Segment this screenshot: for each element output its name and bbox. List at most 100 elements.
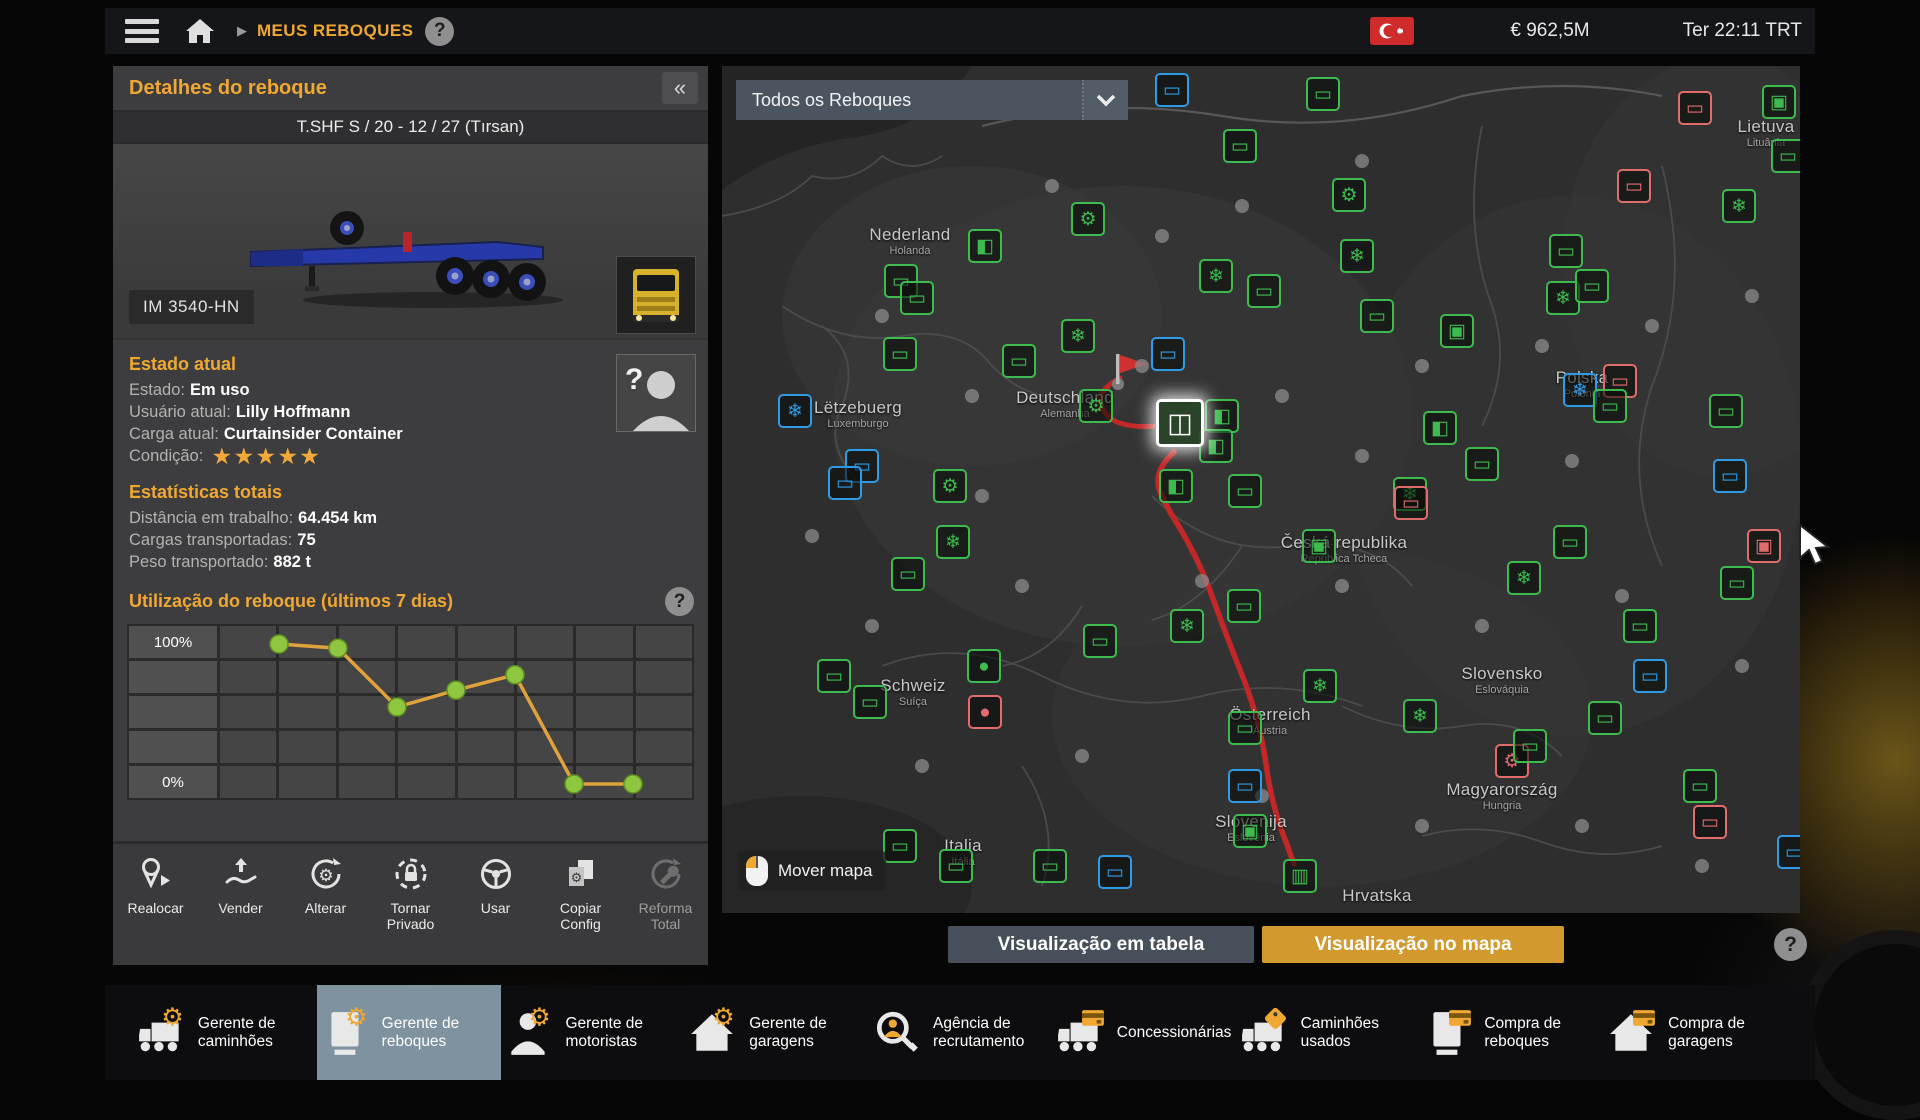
trailer-marker-box[interactable]: ▭ <box>1465 447 1499 481</box>
trailer-marker-img[interactable]: ▣ <box>1233 814 1267 848</box>
trailer-marker-curtain[interactable]: ◧ <box>968 229 1002 263</box>
trailer-marker-curtain[interactable]: ◧ <box>1205 399 1239 433</box>
nav-item-mag[interactable]: Agência de recrutamento <box>868 985 1052 1080</box>
help-icon-bottom[interactable]: ? <box>1774 928 1807 961</box>
home-icon[interactable] <box>185 17 215 45</box>
trailer-marker-drop[interactable]: ● <box>968 695 1002 729</box>
map-view-button[interactable]: Visualização no mapa <box>1262 926 1564 963</box>
trailer-marker-drop[interactable]: ● <box>967 649 1001 683</box>
trailer-marker-box[interactable]: ▭ <box>1155 73 1189 107</box>
help-icon[interactable]: ? <box>425 17 454 46</box>
trailer-filter-dropdown[interactable]: Todos os Reboques <box>736 80 1128 120</box>
trailer-marker-box[interactable]: ▭ <box>1247 274 1281 308</box>
nav-item-trailer-gear[interactable]: ⚙Gerente de reboques <box>317 985 501 1080</box>
trailer-marker-box[interactable]: ▭ <box>817 659 851 693</box>
trailer-marker-snow[interactable]: ❄ <box>1170 609 1204 643</box>
trailer-marker-snow[interactable]: ❄ <box>1722 189 1756 223</box>
trailer-marker-box[interactable]: ▭ <box>828 466 862 500</box>
nav-item-trailer-card[interactable]: Compra de reboques <box>1419 985 1603 1080</box>
trailer-marker-gear[interactable]: ⚙ <box>1071 202 1105 236</box>
nav-item-truck-gear[interactable]: ⚙Gerente de caminhões <box>133 985 317 1080</box>
steer-action-button[interactable]: Usar <box>453 844 538 965</box>
trailer-marker-box[interactable]: ▭ <box>1360 299 1394 333</box>
trailer-marker-box[interactable]: ▭ <box>1709 394 1743 428</box>
nav-item-house-gear[interactable]: ⚙Gerente de garagens <box>684 985 868 1080</box>
trailer-marker-box[interactable]: ▭ <box>891 557 925 591</box>
trailer-marker-box[interactable]: ▭ <box>1083 624 1117 658</box>
table-view-button[interactable]: Visualização em tabela <box>948 926 1254 963</box>
trailer-marker-snow[interactable]: ❄ <box>1199 259 1233 293</box>
driver-portrait[interactable]: ? <box>616 354 696 432</box>
trailer-marker-box[interactable]: ▭ <box>1588 701 1622 735</box>
trailer-marker-box[interactable]: ▭ <box>1228 711 1262 745</box>
trailer-marker-box[interactable]: ▭ <box>1713 459 1747 493</box>
trailer-marker-snow[interactable]: ❄ <box>778 394 812 428</box>
selected-trailer-marker[interactable]: ◫ <box>1156 399 1204 447</box>
sell-action-button[interactable]: Vender <box>198 844 283 965</box>
trailer-marker-snow[interactable]: ❄ <box>1340 239 1374 273</box>
trailer-marker-box[interactable]: ▭ <box>1098 855 1132 889</box>
lock-action-button[interactable]: Tornar Privado <box>368 844 453 965</box>
trailer-marker-box[interactable]: ▭ <box>1306 77 1340 111</box>
trailer-marker-box[interactable]: ▭ <box>1575 269 1609 303</box>
relocate-action-button[interactable]: Realocar <box>113 844 198 965</box>
trailer-marker-snow[interactable]: ❄ <box>936 525 970 559</box>
change-action-button[interactable]: ⚙Alterar <box>283 844 368 965</box>
nav-item-person-gear[interactable]: ⚙Gerente de motoristas <box>501 985 685 1080</box>
trailer-marker-snow[interactable]: ❄ <box>1507 561 1541 595</box>
trailer-marker-box[interactable]: ▭ <box>1683 769 1717 803</box>
trailers-map[interactable]: NederlandHolandaLëtzebuergLuxemburgoDeut… <box>722 66 1800 913</box>
trailer-marker-img[interactable]: ▣ <box>1440 314 1474 348</box>
trailer-marker-box[interactable]: ▭ <box>1228 769 1262 803</box>
trailer-marker-img[interactable]: ▣ <box>1762 85 1796 119</box>
nav-item-truck-tag[interactable]: Caminhões usados <box>1236 985 1420 1080</box>
trailer-marker-snow[interactable]: ❄ <box>1303 669 1337 703</box>
trailer-marker-box[interactable]: ▭ <box>1617 169 1651 203</box>
move-map-button[interactable]: Mover mapa <box>738 851 886 891</box>
trailer-marker-box[interactable]: ▭ <box>1553 525 1587 559</box>
trailer-marker-box[interactable]: ▭ <box>883 337 917 371</box>
trailer-marker-box[interactable]: ▭ <box>1228 474 1262 508</box>
trailer-marker-box[interactable]: ▭ <box>1227 589 1261 623</box>
trailer-marker-box[interactable]: ▭ <box>1223 129 1257 163</box>
trailer-marker-curtain[interactable]: ◧ <box>1199 429 1233 463</box>
copy-action-button[interactable]: ⚙Copiar Config <box>538 844 623 965</box>
trailer-marker-box[interactable]: ▭ <box>1549 234 1583 268</box>
trailer-marker-box[interactable]: ▭ <box>1720 566 1754 600</box>
trailer-marker-box[interactable]: ▭ <box>1678 91 1712 125</box>
trailer-marker-box[interactable]: ▭ <box>1513 729 1547 763</box>
trailer-marker-box[interactable]: ▭ <box>1693 805 1727 839</box>
trailer-marker-gear[interactable]: ⚙ <box>933 469 967 503</box>
trailer-marker-snow[interactable]: ❄ <box>1563 373 1597 407</box>
trailer-marker-box[interactable]: ▭ <box>1777 835 1800 869</box>
assigned-truck-thumbnail[interactable] <box>616 256 696 334</box>
trailer-marker-box[interactable]: ▭ <box>939 849 973 883</box>
trailer-marker-img[interactable]: ▣ <box>1302 529 1336 563</box>
trailer-marker-box[interactable]: ▭ <box>1623 609 1657 643</box>
svg-text:⚙: ⚙ <box>318 866 333 885</box>
menu-icon[interactable] <box>125 19 159 43</box>
nav-item-house-card[interactable]: Compra de garagens <box>1603 985 1787 1080</box>
chevron-down-icon[interactable] <box>1082 80 1128 120</box>
chart-help-icon[interactable]: ? <box>665 587 694 616</box>
trailer-marker-box[interactable]: ▭ <box>853 685 887 719</box>
trailer-marker-truck[interactable]: ▥ <box>1283 859 1317 893</box>
trailer-marker-box[interactable]: ▭ <box>1151 337 1185 371</box>
collapse-panel-button[interactable]: « <box>662 72 698 104</box>
trailer-marker-box[interactable]: ▭ <box>900 281 934 315</box>
trailer-marker-box[interactable]: ▭ <box>1633 659 1667 693</box>
trailer-marker-box[interactable]: ▭ <box>883 829 917 863</box>
trailer-marker-gear[interactable]: ⚙ <box>1332 178 1366 212</box>
nav-item-truck-card[interactable]: Concessionárias <box>1052 985 1236 1080</box>
trailer-marker-gear[interactable]: ⚙ <box>1079 389 1113 423</box>
trailer-marker-snow[interactable]: ❄ <box>1403 699 1437 733</box>
trailer-marker-curtain[interactable]: ◧ <box>1423 411 1457 445</box>
trailer-marker-box[interactable]: ▭ <box>1033 849 1067 883</box>
trailer-marker-box[interactable]: ▭ <box>1593 389 1627 423</box>
trailer-marker-box[interactable]: ▭ <box>1394 486 1428 520</box>
trailer-marker-box[interactable]: ▭ <box>1002 344 1036 378</box>
trailer-marker-box[interactable]: ▭ <box>1771 139 1800 173</box>
trailer-marker-curtain[interactable]: ◧ <box>1159 469 1193 503</box>
trailer-marker-snow[interactable]: ❄ <box>1061 319 1095 353</box>
trailer-marker-img[interactable]: ▣ <box>1747 529 1781 563</box>
